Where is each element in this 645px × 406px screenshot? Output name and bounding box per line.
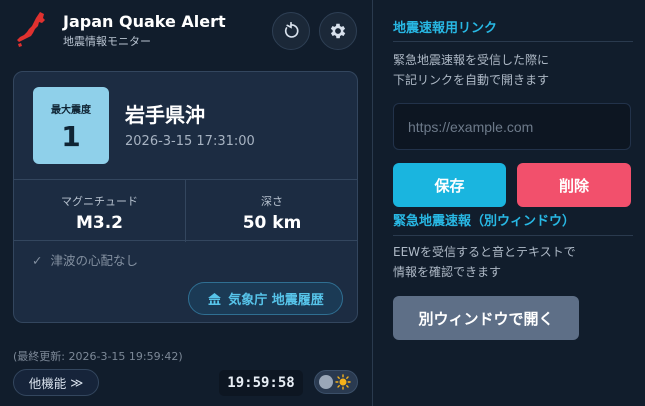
more-features-label: 他機能 [28, 376, 67, 391]
delete-button[interactable]: 削除 [517, 163, 631, 207]
open-window-button[interactable]: 別ウィンドウで開く [393, 296, 579, 340]
depth-value: 50 km [242, 213, 302, 233]
magnitude-label: マグニチュード [61, 195, 138, 208]
link-description-line1: 緊急地震速報を受信した際に [393, 53, 550, 67]
check-icon: ✓ [32, 253, 43, 268]
sun-icon [335, 374, 351, 390]
tsunami-text: 津波の心配なし [50, 253, 138, 268]
section-divider [393, 41, 633, 42]
refresh-button[interactable] [272, 12, 310, 50]
eew-description: EEWを受信すると音とテキストで 情報を確認できます [393, 242, 576, 282]
magnitude-value: M3.2 [75, 213, 124, 233]
clock: 19:59:58 [219, 370, 303, 396]
main-panel: Japan Quake Alert 地震情報モニター 最大震度 1 岩手県沖 2… [0, 0, 372, 406]
jma-history-label: 気象庁 地震履歴 [228, 293, 324, 308]
app-title: Japan Quake Alert [63, 12, 226, 31]
japan-map-logo [17, 12, 45, 47]
eew-description-line2: 情報を確認できます [393, 265, 502, 279]
double-chevron-icon: ≫ [70, 375, 84, 390]
eew-window-link[interactable]: 緊急地震速報（別ウィンドウ） [393, 210, 575, 229]
last-update: (最終更新: 2026-3-15 19:59:42) [13, 350, 183, 363]
toggle-knob [319, 375, 333, 389]
quake-metrics: マグニチュード M3.2 深さ 50 km [14, 179, 357, 242]
intensity-label: 最大震度 [51, 105, 91, 116]
save-button[interactable]: 保存 [393, 163, 506, 207]
settings-button[interactable] [319, 12, 357, 50]
intensity-value: 1 [61, 120, 81, 153]
more-features-button[interactable]: 他機能 ≫ [13, 369, 99, 396]
refresh-icon [284, 22, 299, 38]
jma-history-button[interactable]: 気象庁 地震履歴 [188, 282, 343, 315]
building-icon [208, 293, 222, 305]
theme-toggle[interactable] [314, 370, 358, 394]
magnitude-cell: マグニチュード M3.2 [14, 180, 186, 242]
intensity-badge: 最大震度 1 [33, 87, 109, 164]
depth-label: 深さ [261, 195, 283, 208]
gear-icon [330, 23, 346, 39]
epicenter-location: 岩手県沖 [125, 103, 205, 127]
link-description-line2: 下記リンクを自動で開きます [393, 73, 550, 87]
section-divider-2 [393, 235, 633, 236]
url-input[interactable] [393, 103, 631, 150]
earthquake-card: 最大震度 1 岩手県沖 2026-3-15 17:31:00 マグニチュード M… [13, 71, 358, 323]
eew-description-line1: EEWを受信すると音とテキストで [393, 245, 576, 259]
quake-datetime: 2026-3-15 17:31:00 [125, 134, 255, 149]
app-subtitle: 地震情報モニター [63, 35, 151, 48]
settings-panel: 地震速報用リンク 緊急地震速報を受信した際に 下記リンクを自動で開きます 保存 … [373, 0, 645, 406]
link-description: 緊急地震速報を受信した際に 下記リンクを自動で開きます [393, 50, 549, 90]
section-title: 地震速報用リンク [393, 21, 498, 36]
depth-cell: 深さ 50 km [186, 180, 357, 242]
tsunami-status: ✓ 津波の心配なし [32, 250, 138, 269]
